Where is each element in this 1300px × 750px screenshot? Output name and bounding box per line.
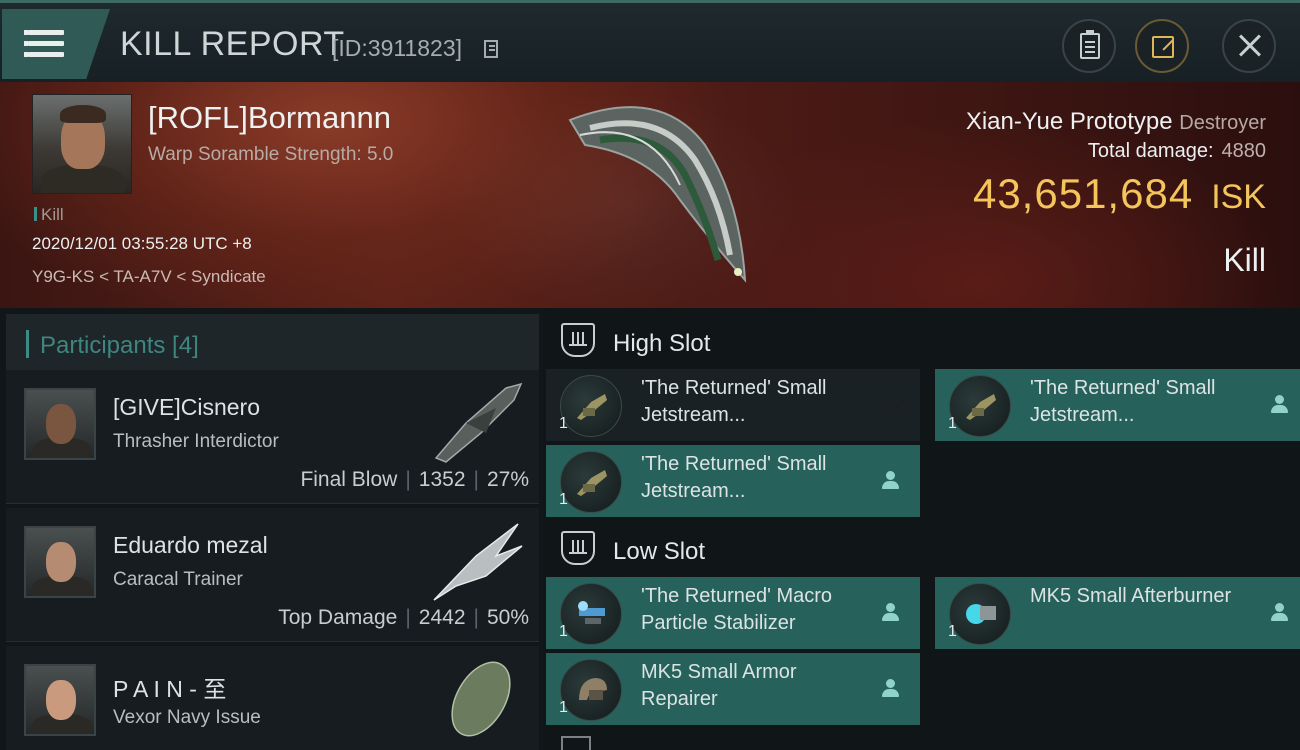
share-button[interactable] xyxy=(1135,19,1189,73)
pilot-icon xyxy=(882,471,899,489)
module-name: MK5 Small Armor Repairer xyxy=(641,661,797,710)
avatar xyxy=(24,664,96,736)
total-damage: Total damage: 4880 xyxy=(1087,140,1267,162)
clipboard-icon xyxy=(1080,30,1100,59)
result-label: Kill xyxy=(1223,242,1266,278)
report-id: [ID:3911823] xyxy=(332,35,463,61)
victim-ship-image[interactable] xyxy=(540,90,760,300)
module-name: 'The Returned' Small Jetstream... xyxy=(641,377,827,426)
participant-damage: 1352 xyxy=(418,468,466,491)
low-slot-header: Low Slot xyxy=(543,519,1300,577)
pilot-icon xyxy=(1271,603,1288,621)
module-qty: 1 xyxy=(559,623,568,640)
participant-ship-image xyxy=(451,661,511,737)
high-slot-header: High Slot xyxy=(543,311,1300,369)
total-damage-value: 4880 xyxy=(1221,140,1267,162)
title-bar: KILL REPORT [ID:3911823] xyxy=(0,0,1300,82)
module-name: 'The Returned' Small Jetstream... xyxy=(641,453,827,502)
avatar xyxy=(24,526,96,598)
participant-name: P A I N - 至 xyxy=(113,676,227,702)
armor-repairer-icon xyxy=(560,659,622,721)
jetstream-icon xyxy=(560,451,622,513)
module-qty: 1 xyxy=(948,623,957,640)
participants-panel: Participants [4] [GIVE]Cisnero Thrasher … xyxy=(0,308,543,750)
page-title: KILL REPORT xyxy=(120,25,345,63)
participant-row[interactable]: P A I N - 至 Vexor Navy Issue xyxy=(6,646,539,750)
participant-ship-image xyxy=(434,382,523,463)
participant-stats: Final Blow | 1352 | 27% xyxy=(300,468,529,491)
participant-percent: 50% xyxy=(486,606,529,629)
participant-ship: Thrasher Interdictor xyxy=(113,431,279,452)
warp-scramble-strength: Warp Soramble Strength: 5.0 xyxy=(148,144,394,165)
close-icon xyxy=(1239,34,1261,57)
kill-location[interactable]: Y9G-KS < TA-A7V < Syndicate xyxy=(32,267,266,287)
module-qty: 1 xyxy=(948,415,957,432)
module-item[interactable]: 1 'The Returned' Macro Particle Stabiliz… xyxy=(546,577,920,649)
participant-role: Final Blow xyxy=(300,468,398,491)
victim-banner: [ROFL]Bormannn Warp Soramble Strength: 5… xyxy=(0,82,1300,308)
victim-name[interactable]: [ROFL]Bormannn xyxy=(148,100,391,136)
high-slot-icon xyxy=(561,323,595,357)
module-item[interactable]: 1 'The Returned' Small Jetstream... ✕ xyxy=(546,369,920,441)
next-slot-icon xyxy=(561,736,591,750)
isk-value: 43,651,684 ISK xyxy=(972,170,1266,217)
pilot-icon xyxy=(1271,395,1288,413)
pilot-icon xyxy=(882,679,899,697)
module-name: 'The Returned' Small Jetstream... xyxy=(1030,377,1216,426)
jetstream-icon xyxy=(560,375,622,437)
participants-header: Participants [4] xyxy=(6,314,539,370)
participant-ship-image xyxy=(433,523,523,601)
kill-datetime: 2020/12/01 03:55:28 UTC +8 xyxy=(32,234,252,253)
pilot-icon xyxy=(882,603,899,621)
participants-title: Participants [4] xyxy=(40,332,199,359)
ship-name[interactable]: Xian-Yue Prototype Destroyer xyxy=(966,108,1266,136)
participant-role: Top Damage xyxy=(278,606,398,629)
module-item[interactable]: 1 'The Returned' Small Jetstream... xyxy=(546,445,920,517)
jetstream-icon xyxy=(949,375,1011,437)
avatar xyxy=(24,388,96,460)
menu-button[interactable] xyxy=(2,9,110,79)
participant-row[interactable]: Eduardo mezal Caracal Trainer Top Damage… xyxy=(6,508,539,642)
fitting-panel: High Slot 1 'The Returned' Small Jetstre… xyxy=(543,308,1300,750)
module-qty: 1 xyxy=(559,491,568,508)
close-button[interactable] xyxy=(1222,19,1276,73)
participant-ship: Vexor Navy Issue xyxy=(113,707,261,728)
low-slot-title: Low Slot xyxy=(613,538,706,565)
kill-tag-label: Kill xyxy=(41,205,64,224)
participant-row[interactable]: [GIVE]Cisnero Thrasher Interdictor Final… xyxy=(6,370,539,504)
victim-avatar[interactable] xyxy=(32,94,132,194)
module-qty: 1 xyxy=(559,415,568,432)
participant-damage: 2442 xyxy=(418,606,466,629)
module-name: 'The Returned' Macro Particle Stabilizer xyxy=(641,585,833,634)
high-slot-title: High Slot xyxy=(613,330,711,357)
particle-stabilizer-icon xyxy=(560,583,622,645)
ship-class: Destroyer xyxy=(1179,112,1266,134)
participant-name: Eduardo mezal xyxy=(113,532,268,558)
participant-name: [GIVE]Cisnero xyxy=(113,394,260,420)
share-icon xyxy=(1152,36,1174,58)
copy-icon[interactable] xyxy=(484,40,498,58)
kill-tag: Kill xyxy=(34,205,64,225)
participant-stats: Top Damage | 2442 | 50% xyxy=(278,606,529,629)
low-slot-icon xyxy=(561,531,595,565)
module-name: MK5 Small Afterburner xyxy=(1030,585,1232,607)
clipboard-button[interactable] xyxy=(1062,19,1116,73)
module-item[interactable]: 1 MK5 Small Afterburner xyxy=(935,577,1300,649)
participant-percent: 27% xyxy=(486,468,529,491)
destroyed-x-icon: ✕ xyxy=(887,393,908,421)
afterburner-icon xyxy=(949,583,1011,645)
isk-unit: ISK xyxy=(1211,178,1266,216)
module-qty: 1 xyxy=(559,699,568,716)
module-item[interactable]: 1 MK5 Small Armor Repairer xyxy=(546,653,920,725)
participant-ship: Caracal Trainer xyxy=(113,569,243,590)
module-item[interactable]: 1 'The Returned' Small Jetstream... xyxy=(935,369,1300,441)
